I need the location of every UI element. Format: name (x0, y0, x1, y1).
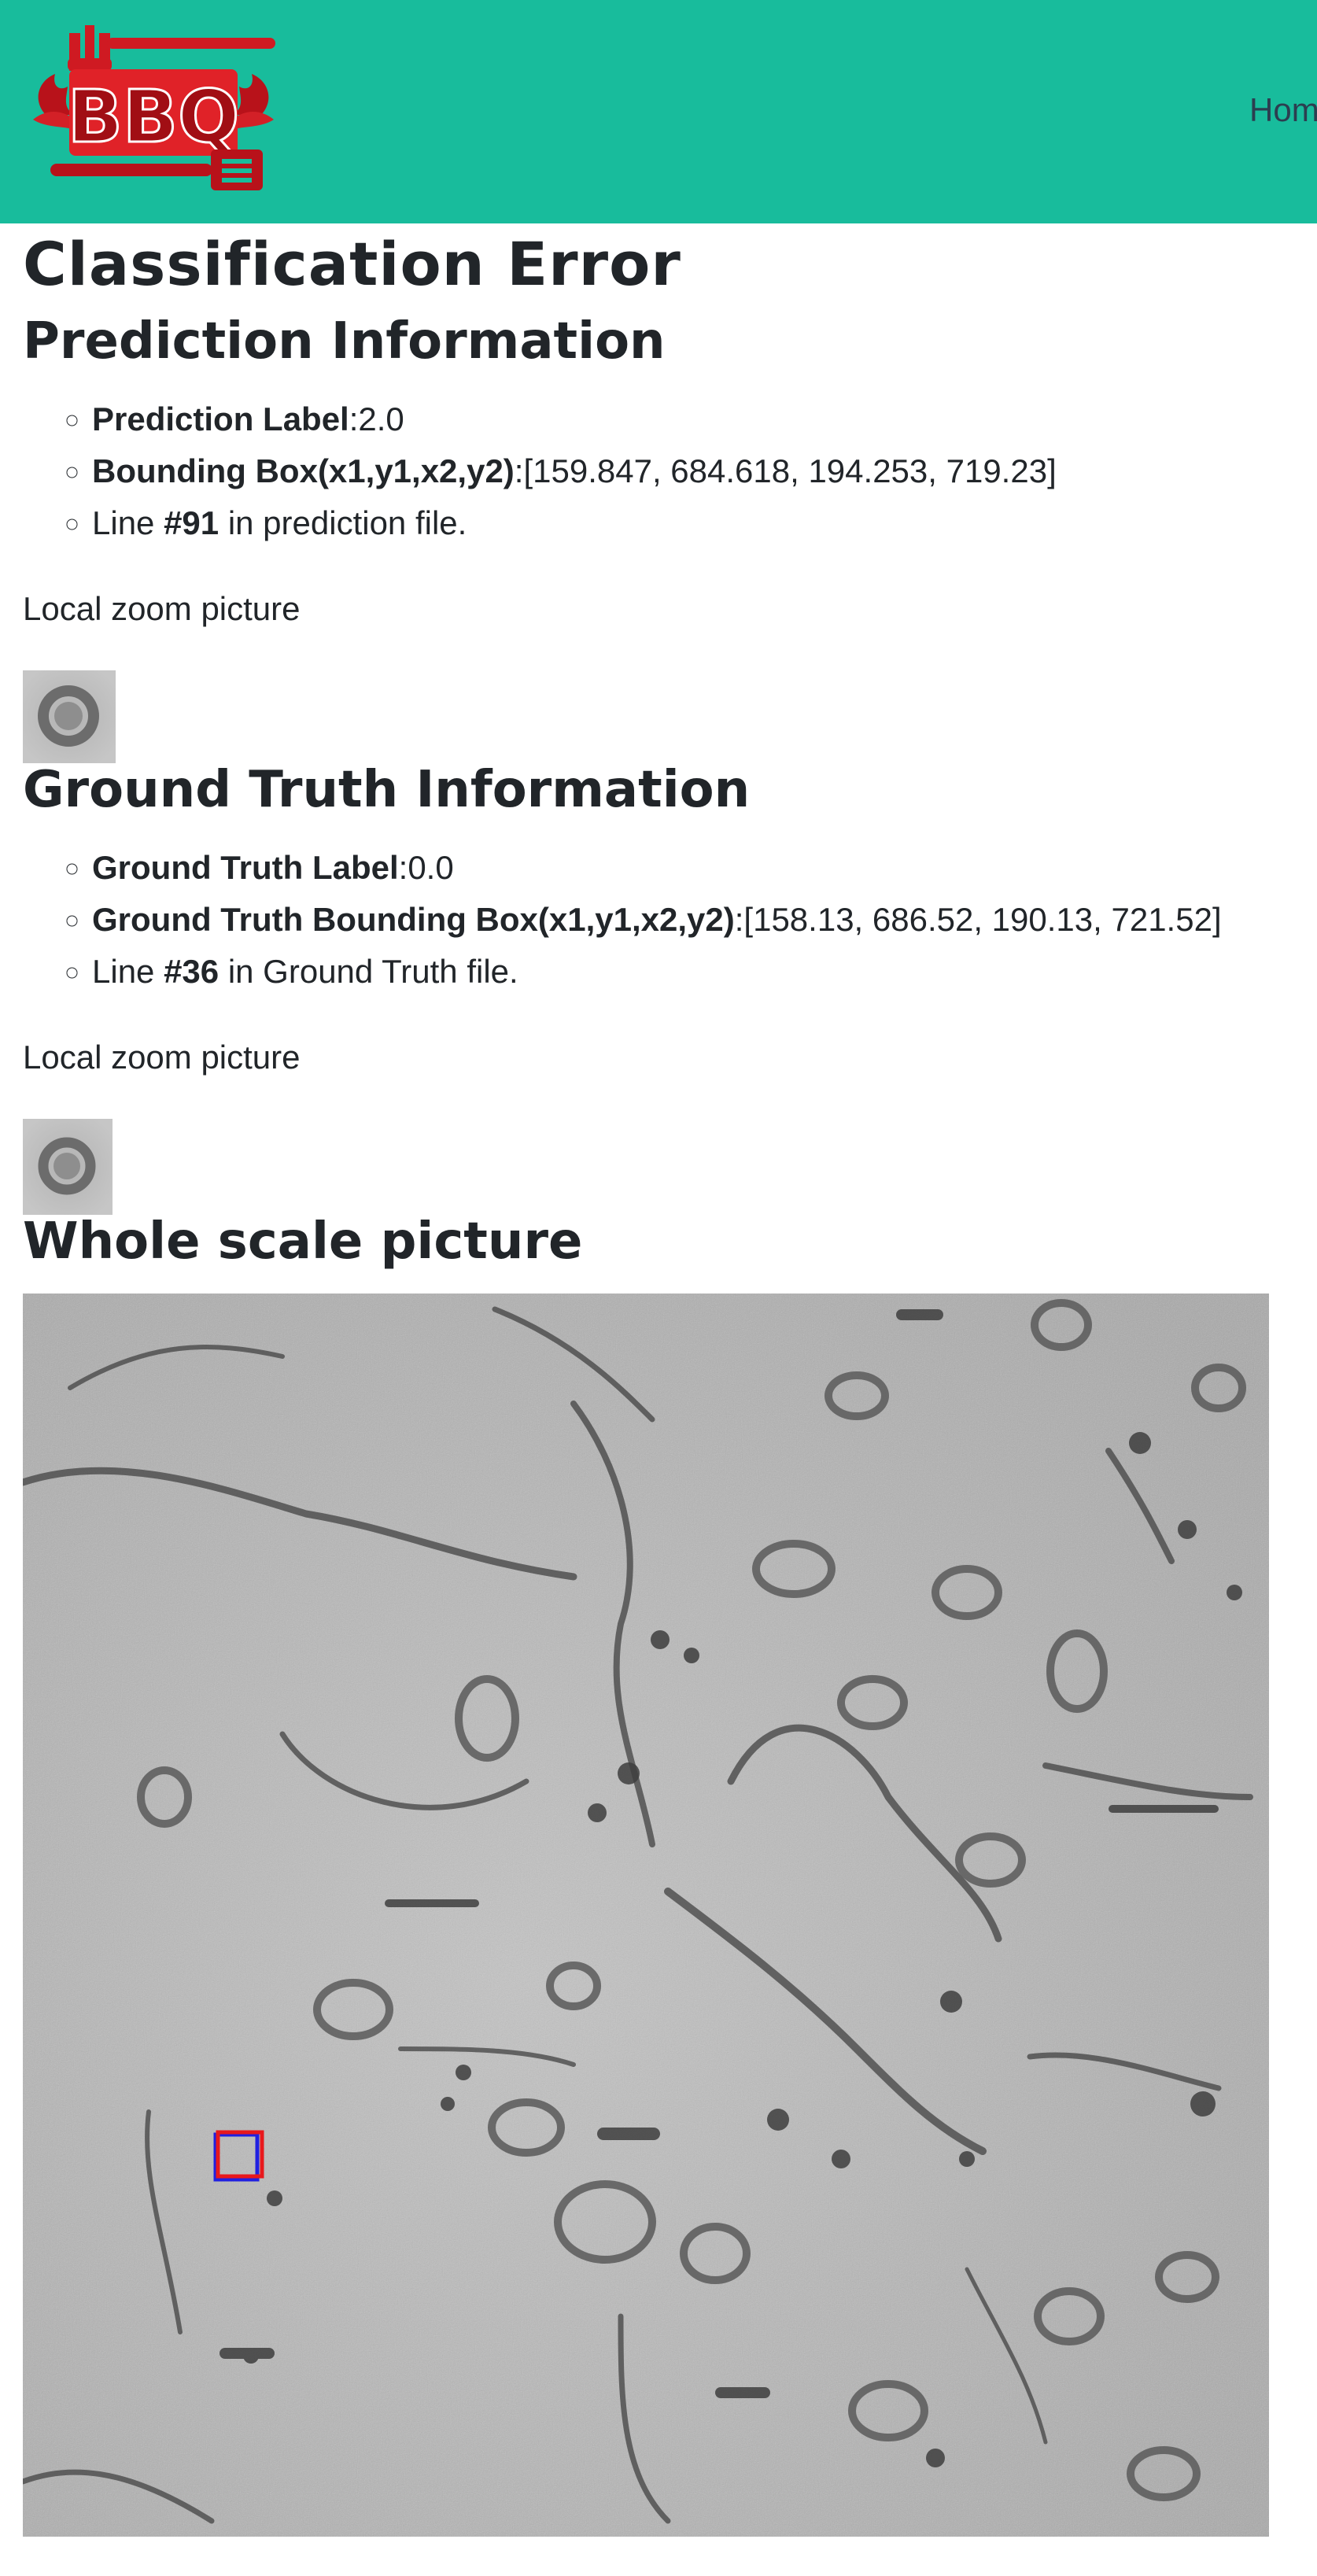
prediction-line-number: #91 (164, 504, 220, 541)
prediction-label-item: Prediction Label:2.0 (92, 393, 1057, 445)
logo-lettering: BBQ (66, 69, 241, 161)
ground-truth-line-item: Line #36 in Ground Truth file. (92, 946, 1222, 998)
ground-truth-label-item: Ground Truth Label:0.0 (92, 842, 1222, 894)
prediction-zoom-image (23, 670, 116, 763)
ground-truth-label-value: :0.0 (398, 849, 454, 886)
whole-scale-heading: Whole scale picture (23, 1212, 583, 1271)
fork-icon (68, 25, 275, 71)
ground-truth-line-number: #36 (164, 953, 220, 990)
prediction-zoom-caption: Local zoom picture (23, 590, 301, 627)
whole-scale-image (23, 1294, 1269, 2537)
ground-truth-bbox-item: Ground Truth Bounding Box(x1,y1,x2,y2):[… (92, 894, 1222, 946)
ground-truth-label-key: Ground Truth Label (92, 849, 399, 886)
prediction-line-item: Line #91 in prediction file. (92, 497, 1057, 549)
nav-home-link[interactable]: Hom (1249, 90, 1317, 131)
prediction-label-value: :2.0 (349, 400, 404, 437)
ground-truth-info-list: Ground Truth Label:0.0 Ground Truth Boun… (23, 842, 1222, 998)
svg-text:BBQ: BBQ (68, 75, 239, 159)
ground-truth-zoom-caption: Local zoom picture (23, 1039, 301, 1076)
bbq-logo[interactable]: BBQ (28, 22, 279, 194)
prediction-heading: Prediction Information (23, 312, 666, 371)
site-header: BBQ Hom (0, 0, 1317, 223)
ground-truth-heading: Ground Truth Information (23, 761, 751, 819)
prediction-info-list: Prediction Label:2.0 Bounding Box(x1,y1,… (23, 393, 1057, 549)
prediction-bbox-item: Bounding Box(x1,y1,x2,y2):[159.847, 684.… (92, 445, 1057, 497)
prediction-bbox-value: :[159.847, 684.618, 194.253, 719.23] (514, 452, 1057, 489)
ground-truth-zoom-image (23, 1119, 113, 1215)
prediction-label-key: Prediction Label (92, 400, 349, 437)
prediction-bbox-key: Bounding Box(x1,y1,x2,y2) (92, 452, 515, 489)
ground-truth-bbox-value: :[158.13, 686.52, 190.13, 721.52] (734, 901, 1222, 938)
page-title: Classification Error (23, 229, 681, 299)
ground-truth-bbox-key: Ground Truth Bounding Box(x1,y1,x2,y2) (92, 901, 735, 938)
